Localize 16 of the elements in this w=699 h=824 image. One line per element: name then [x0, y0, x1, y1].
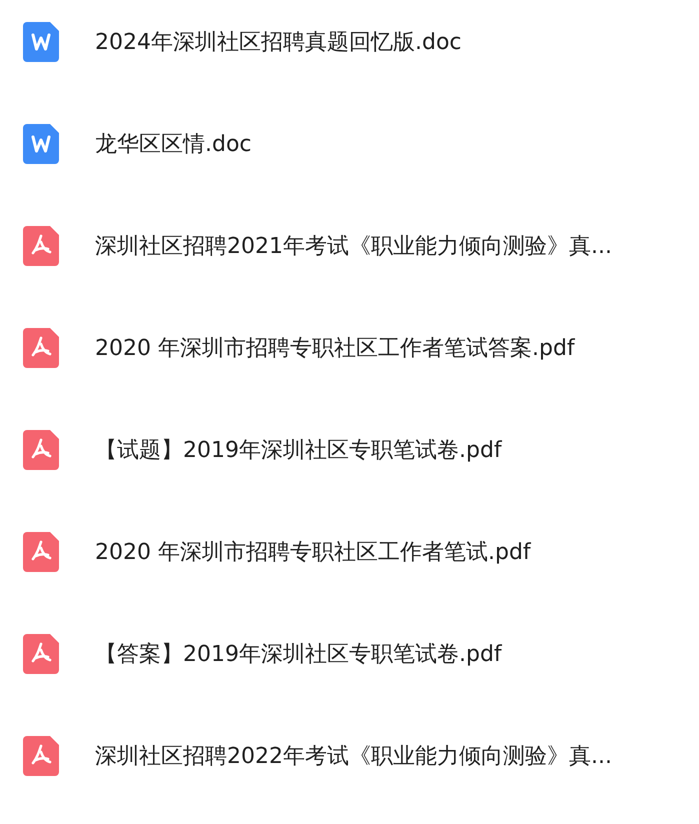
pdf-document-icon — [23, 430, 59, 470]
file-name[interactable]: 深圳社区招聘2021年考试《职业能力倾向测验》真... — [95, 231, 612, 261]
word-document-icon — [23, 124, 59, 164]
file-name[interactable]: 2020 年深圳市招聘专职社区工作者笔试答案.pdf — [95, 333, 575, 363]
file-name[interactable]: 深圳社区招聘2022年考试《职业能力倾向测验》真... — [95, 741, 612, 771]
pdf-document-icon — [23, 736, 59, 776]
pdf-document-icon — [23, 532, 59, 572]
pdf-document-icon — [23, 226, 59, 266]
file-name[interactable]: 【试题】2019年深圳社区专职笔试卷.pdf — [95, 435, 502, 465]
pdf-document-icon — [23, 328, 59, 368]
file-name[interactable]: 2024年深圳社区招聘真题回忆版.doc — [95, 27, 462, 57]
file-name[interactable]: 【答案】2019年深圳社区专职笔试卷.pdf — [95, 639, 502, 669]
word-document-icon — [23, 22, 59, 62]
file-name[interactable]: 龙华区区情.doc — [95, 129, 252, 159]
file-name[interactable]: 2020 年深圳市招聘专职社区工作者笔试.pdf — [95, 537, 531, 567]
pdf-document-icon — [23, 634, 59, 674]
